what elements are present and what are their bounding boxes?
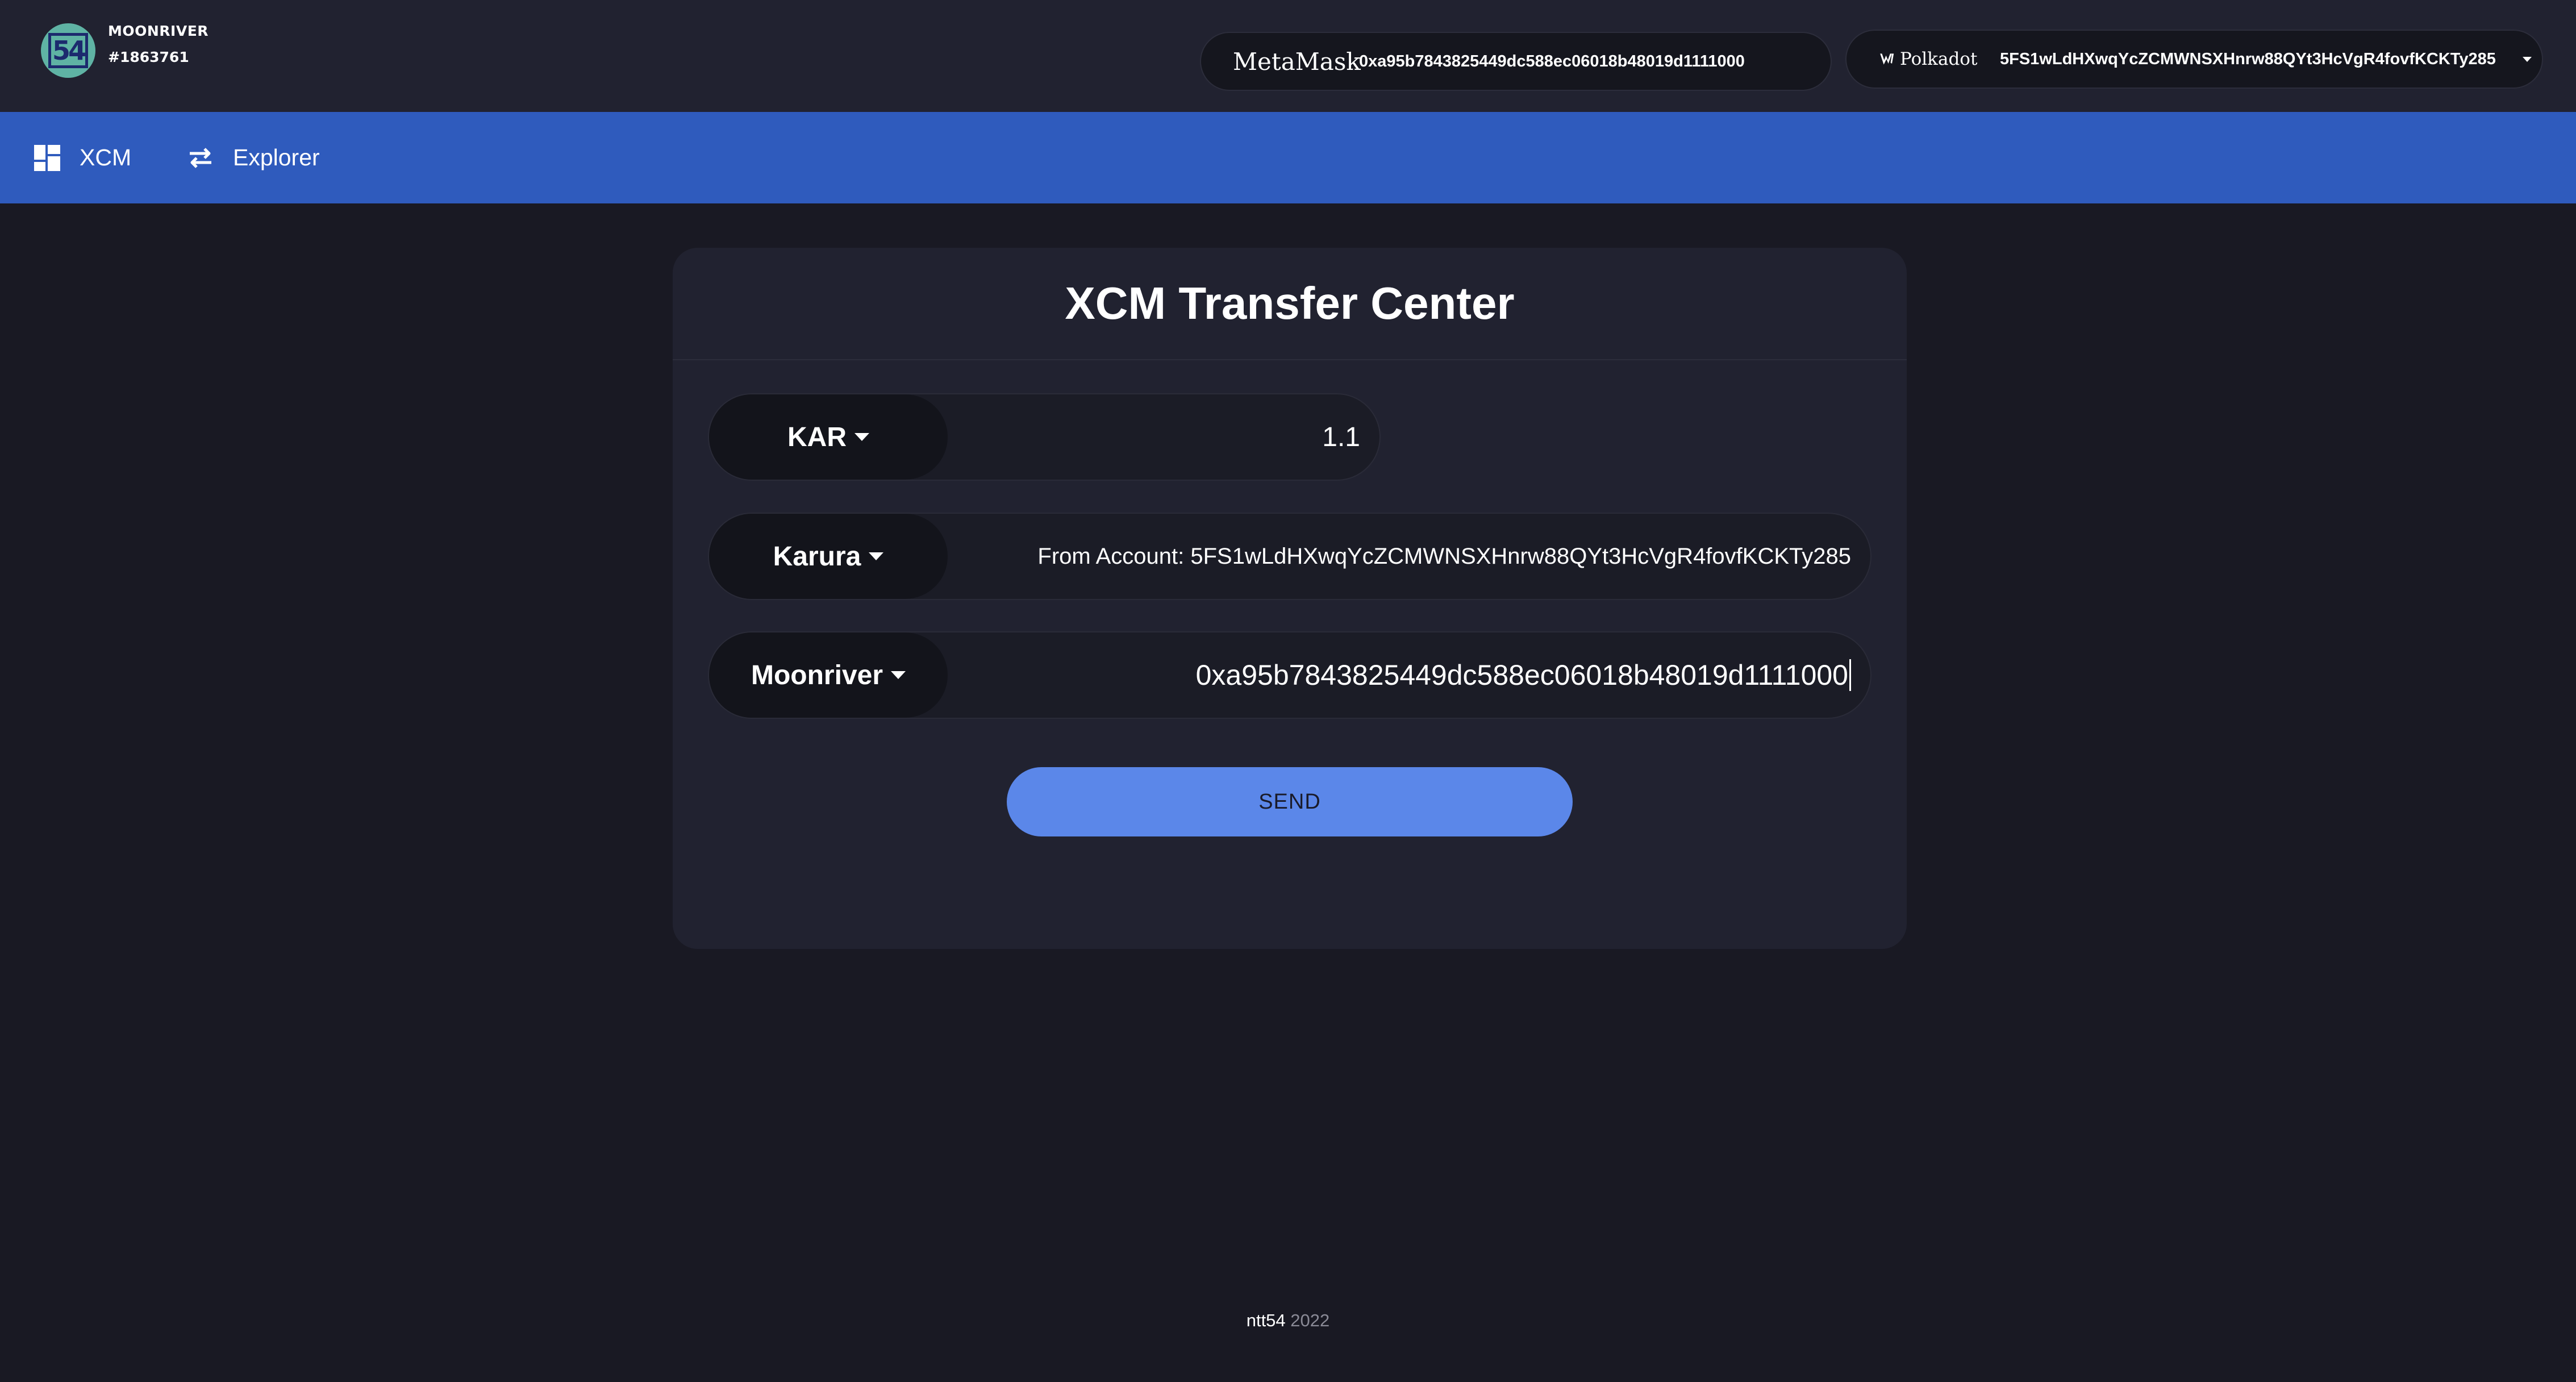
xcm-transfer-card: XCM Transfer Center KAR 1.1 Karura From … [673,248,1907,949]
send-button[interactable]: SEND [1007,767,1573,836]
token-selector[interactable]: KAR [709,394,948,480]
caret-down-icon [855,433,869,441]
amount-input[interactable]: 1.1 [1322,394,1360,480]
polkadot-label: Polkadot [1900,49,1978,69]
polkadot-logo: Polkadot [1878,49,2000,69]
from-account-field: From Account: 5FS1wLdHXwqYcZCMWNSXHnrw88… [1037,514,1851,599]
destination-chain-label: Moonriver [751,660,883,690]
metamask-logo: MetaMask [1229,48,1361,76]
polkadot-icon [1880,53,1894,65]
footer-year: 2022 [1290,1310,1330,1330]
polkadot-address: 5FS1wLdHXwqYcZCMWNSXHnrw88QYt3HcVgR4fovf… [2000,49,2496,68]
logo-badge: 54 [48,33,88,68]
footer: ntt54 2022 [0,1310,2576,1331]
block-number: #1863761 [108,49,189,65]
caret-down-icon [869,552,884,560]
main-nav: XCM Explorer [0,112,2576,203]
from-account-text: From Account: 5FS1wLdHXwqYcZCMWNSXHnrw88… [1037,543,1851,569]
swap-arrows-icon [187,147,214,169]
destination-chain-row: Moonriver 0xa95b7843825449dc588ec06018b4… [708,631,1871,719]
polkadot-account-selector[interactable]: Polkadot 5FS1wLdHXwqYcZCMWNSXHnrw88QYt3H… [1845,30,2543,89]
source-chain-selector[interactable]: Karura [709,514,948,599]
amount-value: 1.1 [1322,422,1360,452]
network-name: MOONRIVER [108,23,209,39]
network-logo: 54 [41,23,95,78]
caret-down-icon [891,671,906,679]
destination-address-value: 0xa95b7843825449dc588ec06018b48019d11110… [1195,659,1848,691]
top-header: 54 MOONRIVER #1863761 MetaMask 0xa95b784… [0,0,2576,112]
token-amount-row: KAR 1.1 [708,393,1381,481]
metamask-address: 0xa95b7843825449dc588ec06018b48019d11110… [1359,52,1745,70]
metamask-label: MetaMask [1233,47,1361,76]
grid-icon [34,144,60,171]
nav-item-xcm[interactable]: XCM [34,112,131,203]
chevron-down-icon[interactable] [2523,57,2532,62]
source-chain-row: Karura From Account: 5FS1wLdHXwqYcZCMWNS… [708,513,1871,600]
card-title: XCM Transfer Center [673,248,1907,360]
text-cursor [1849,659,1851,691]
nav-item-explorer[interactable]: Explorer [187,112,320,203]
footer-brand: ntt54 [1246,1310,1286,1330]
nav-label-xcm: XCM [80,144,132,170]
token-selector-label: KAR [787,422,847,452]
source-chain-label: Karura [773,541,861,572]
nav-label-explorer: Explorer [233,144,320,170]
destination-address-input[interactable]: 0xa95b7843825449dc588ec06018b48019d11110… [1196,632,1851,718]
metamask-account-button[interactable]: MetaMask 0xa95b7843825449dc588ec06018b48… [1200,32,1832,91]
destination-chain-selector[interactable]: Moonriver [709,632,948,718]
